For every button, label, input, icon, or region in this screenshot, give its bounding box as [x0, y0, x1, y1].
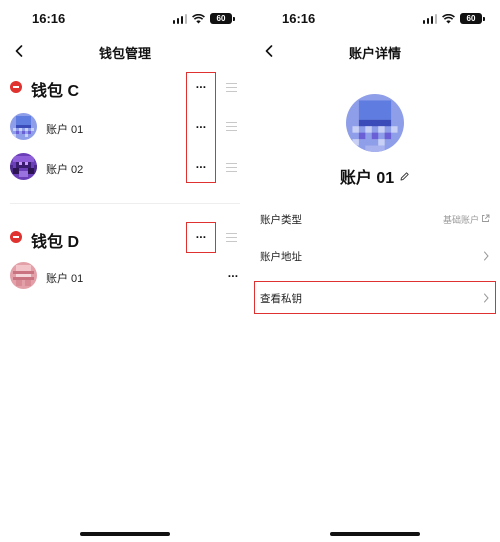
wallet-c-drag-handle-icon[interactable] — [226, 83, 237, 92]
nav-bar: 钱包管理 — [0, 38, 250, 64]
account-d01-more-icon[interactable]: ··· — [224, 270, 242, 282]
account-address-row[interactable]: 账户地址 — [250, 242, 500, 270]
status-icons: 60 — [422, 13, 485, 24]
battery-icon: 60 — [210, 13, 235, 24]
view-private-key-row[interactable]: 查看私钥 — [254, 281, 496, 314]
view-private-key-label: 查看私钥 — [260, 293, 302, 305]
home-indicator[interactable] — [330, 532, 420, 536]
status-time: 16:16 — [282, 11, 316, 26]
account-d01-avatar — [10, 262, 37, 289]
status-bar: 16:16 60 — [250, 10, 500, 28]
account-detail-screen: 16:16 60 账户详情 账户 01 账户类型 基础账户 账户地址 查看私钥 — [250, 0, 500, 542]
wifi-icon — [192, 13, 205, 23]
wallet-d-name: 钱包 D — [31, 234, 80, 251]
account-c02-name: 账户 02 — [46, 164, 84, 176]
battery-icon: 60 — [460, 13, 485, 24]
account-address-label: 账户地址 — [260, 251, 302, 263]
signal-icon — [172, 13, 187, 24]
account-c01-drag-handle-icon[interactable] — [226, 122, 237, 131]
account-name-row: 账户 01 — [250, 164, 500, 188]
wallet-divider — [10, 203, 240, 204]
account-type-value: 基础账户 — [442, 215, 479, 225]
delete-wallet-c-button[interactable] — [10, 81, 22, 93]
status-icons: 60 — [172, 13, 235, 24]
account-type-row[interactable]: 账户类型 基础账户 — [250, 205, 500, 233]
page-title: 钱包管理 — [98, 46, 151, 61]
edit-pencil-icon[interactable] — [399, 171, 410, 182]
status-bar: 16:16 60 — [0, 10, 250, 28]
home-indicator[interactable] — [80, 532, 170, 536]
account-c02-avatar — [10, 153, 37, 180]
delete-wallet-d-button[interactable] — [10, 231, 22, 243]
account-name: 账户 01 — [339, 170, 395, 187]
account-type-label: 账户类型 — [260, 214, 302, 226]
account-c02-drag-handle-icon[interactable] — [226, 163, 237, 172]
account-c01-avatar — [10, 113, 37, 140]
account-d01-name: 账户 01 — [46, 273, 84, 285]
chevron-right-icon — [484, 251, 489, 261]
wallet-d-drag-handle-icon[interactable] — [226, 233, 237, 242]
highlight-box-wallet-c-more — [186, 72, 216, 183]
chevron-right-icon — [484, 293, 489, 303]
wallet-management-screen: 16:16 60 钱包管理 钱包 C ··· 账户 01 ··· 账户 02 ·… — [0, 0, 250, 542]
external-link-icon[interactable] — [481, 214, 490, 223]
status-time: 16:16 — [32, 11, 66, 26]
highlight-box-wallet-d-more — [186, 222, 216, 253]
signal-icon — [422, 13, 437, 24]
page-title: 账户详情 — [348, 46, 401, 61]
account-avatar-large — [346, 94, 404, 152]
nav-bar: 账户详情 — [250, 38, 500, 64]
wallet-c-name: 钱包 C — [31, 83, 80, 100]
wifi-icon — [442, 13, 455, 23]
account-c01-name: 账户 01 — [46, 124, 84, 136]
